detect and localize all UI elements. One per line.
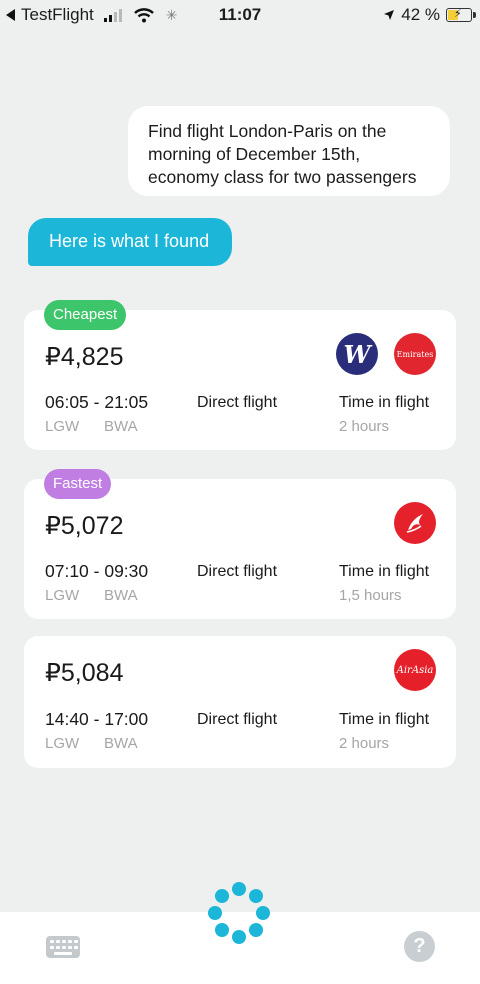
- flight-card[interactable]: ₽5,084 AirAsia 14:40 - 17:00 Direct flig…: [24, 636, 456, 768]
- wizz-logo-text: W: [343, 339, 371, 369]
- flight-duration: 2 hours: [339, 735, 390, 752]
- airasia-logo-icon: AirAsia: [394, 649, 436, 691]
- flight-type: Direct flight: [197, 563, 278, 580]
- fastest-badge: Fastest: [44, 469, 112, 499]
- flight-duration: 2 hours: [339, 418, 390, 435]
- origin-airport: LGW: [45, 735, 80, 752]
- airasia-logo-text: AirAsia: [396, 664, 434, 676]
- battery-percent: 42 %: [401, 5, 440, 24]
- voice-assistant-button[interactable]: [208, 882, 270, 944]
- bird-icon: [406, 514, 423, 533]
- battery-icon: ⚡: [446, 8, 476, 22]
- time-in-flight-label: Time in flight: [339, 563, 430, 580]
- red-bird-airline-logo-icon: [394, 502, 436, 544]
- destination-airport: BWA: [104, 418, 138, 435]
- flight-times: 06:05 - 21:05: [45, 392, 149, 412]
- user-message-bubble: Find flight London-Paris on the morning …: [128, 106, 450, 196]
- emirates-logo-text: Emirates: [396, 349, 434, 359]
- flight-duration: 1,5 hours: [339, 587, 402, 604]
- wizz-air-logo-icon: W: [336, 333, 378, 375]
- destination-airport: BWA: [104, 587, 138, 604]
- flight-card-fastest[interactable]: Fastest ₽5,072 07:10 - 09:30 Direct flig…: [24, 469, 456, 619]
- status-bar: TestFlight ✳ 11:07 42 % ⚡: [0, 0, 480, 30]
- origin-airport: LGW: [45, 587, 80, 604]
- bot-message-bubble: Here is what I found: [28, 218, 232, 266]
- destination-airport: BWA: [104, 735, 138, 752]
- flight-price: ₽5,072: [45, 512, 124, 540]
- location-arrow-icon: [384, 10, 395, 20]
- flight-price: ₽4,825: [45, 343, 124, 371]
- flight-type: Direct flight: [197, 394, 278, 411]
- status-right: 42 % ⚡: [383, 5, 476, 25]
- flight-price: ₽5,084: [45, 659, 124, 687]
- time-in-flight-label: Time in flight: [339, 394, 430, 411]
- flight-card-cheapest[interactable]: Cheapest ₽4,825 W Emirates 06:05 - 21:05…: [24, 300, 456, 450]
- flight-times: 07:10 - 09:30: [45, 561, 149, 581]
- help-icon[interactable]: ?: [404, 931, 435, 962]
- emirates-logo-icon: Emirates: [394, 333, 436, 375]
- cheapest-badge: Cheapest: [44, 300, 127, 330]
- keyboard-icon[interactable]: [46, 936, 80, 958]
- origin-airport: LGW: [45, 418, 80, 435]
- flight-type: Direct flight: [197, 711, 278, 728]
- time-in-flight-label: Time in flight: [339, 711, 430, 728]
- flight-times: 14:40 - 17:00: [45, 709, 149, 729]
